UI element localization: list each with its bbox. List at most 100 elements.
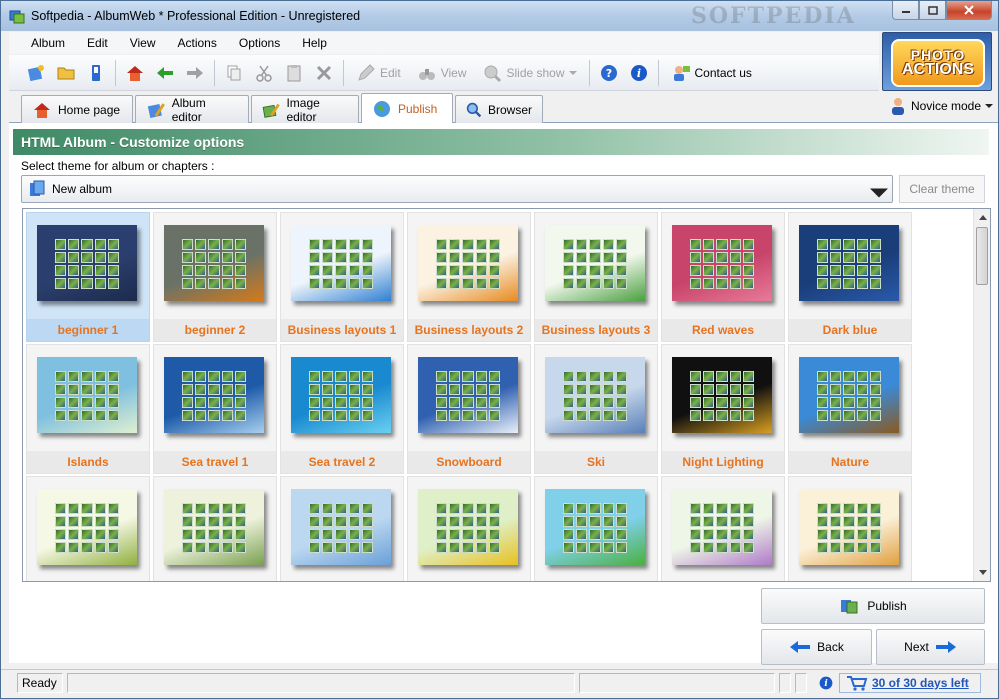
maximize-icon xyxy=(927,5,938,15)
scroll-down-button[interactable] xyxy=(974,565,990,581)
menu-view[interactable]: View xyxy=(119,36,167,50)
status-info-button[interactable]: i xyxy=(816,673,836,693)
help-button[interactable]: ? xyxy=(594,59,624,87)
theme-grid: beginner 1 beginner 2 Business layouts 1 Bu… xyxy=(26,212,966,581)
theme-card[interactable] xyxy=(661,476,785,581)
theme-card[interactable]: beginner 2 xyxy=(153,212,277,342)
info-button[interactable]: i xyxy=(624,59,654,87)
theme-card[interactable]: Business layouts 2 xyxy=(407,212,531,342)
thumbnail-photo xyxy=(309,265,321,276)
theme-card[interactable]: Islands xyxy=(26,344,150,474)
thumbnail-photo xyxy=(55,384,67,395)
menu-actions[interactable]: Actions xyxy=(167,36,228,50)
tab-browser[interactable]: Browser xyxy=(455,95,543,123)
thumbnail-photo xyxy=(182,529,194,540)
tab-publish[interactable]: Publish xyxy=(361,93,453,124)
thumbnail-photo xyxy=(690,239,702,250)
new-album-button[interactable] xyxy=(21,59,51,87)
view-button[interactable]: View xyxy=(409,59,475,87)
clear-theme-button[interactable]: Clear theme xyxy=(899,175,985,203)
menu-options[interactable]: Options xyxy=(228,36,291,50)
theme-card[interactable] xyxy=(153,476,277,581)
menu-album[interactable]: Album xyxy=(9,36,76,50)
thumbnail-photo-grid xyxy=(436,239,500,289)
theme-card[interactable]: Dark blue xyxy=(788,212,912,342)
vertical-scrollbar[interactable] xyxy=(973,209,990,581)
thumbnail-photo xyxy=(94,239,106,250)
thumbnail-photo-grid xyxy=(817,239,881,289)
menu-edit[interactable]: Edit xyxy=(76,36,119,50)
thumbnail-photo xyxy=(449,397,461,408)
home-button[interactable] xyxy=(120,59,150,87)
theme-card[interactable] xyxy=(407,476,531,581)
mode-selector[interactable]: Novice mode xyxy=(889,97,993,115)
theme-card[interactable]: Sea travel 1 xyxy=(153,344,277,474)
save-button[interactable] xyxy=(81,59,111,87)
status-panel xyxy=(67,673,575,693)
thumbnail-photo xyxy=(869,503,881,514)
thumbnail-photo xyxy=(843,503,855,514)
theme-thumbnail xyxy=(672,225,772,301)
thumbnail-photo xyxy=(449,529,461,540)
thumbnail-photo xyxy=(462,410,474,421)
minimize-button[interactable] xyxy=(892,1,919,20)
thumbnail-photo xyxy=(322,278,334,289)
thumbnail-photo xyxy=(195,278,207,289)
theme-card[interactable]: Snowboard xyxy=(407,344,531,474)
publish-button[interactable]: Publish xyxy=(761,588,985,624)
theme-card[interactable]: Ski xyxy=(534,344,658,474)
scroll-thumb[interactable] xyxy=(976,227,988,285)
edit-button[interactable]: Edit xyxy=(348,59,409,87)
tab-image-editor[interactable]: Image editor xyxy=(251,95,359,124)
thumbnail-photo xyxy=(462,542,474,553)
menu-bar: Album Edit View Actions Options Help xyxy=(9,32,879,54)
cut-button[interactable] xyxy=(249,59,279,87)
photo-actions-logo: PHOTO ACTIONS xyxy=(882,32,992,91)
theme-card[interactable]: Business layouts 3 xyxy=(534,212,658,342)
thumbnail-photo xyxy=(843,542,855,553)
close-button[interactable] xyxy=(946,1,992,20)
thumbnail-photo xyxy=(234,265,246,276)
delete-button[interactable] xyxy=(309,59,339,87)
thumbnail-photo xyxy=(335,239,347,250)
thumbnail-photo-grid xyxy=(182,503,246,553)
menu-help[interactable]: Help xyxy=(291,36,338,50)
next-button[interactable]: Next xyxy=(876,629,985,665)
chevron-down-icon xyxy=(870,188,888,198)
theme-card[interactable]: Business layouts 1 xyxy=(280,212,404,342)
back-arrow-button[interactable] xyxy=(150,59,180,87)
theme-card[interactable] xyxy=(280,476,404,581)
chevron-down-icon xyxy=(978,570,987,575)
paste-button[interactable] xyxy=(279,59,309,87)
copy-button[interactable] xyxy=(219,59,249,87)
theme-card[interactable] xyxy=(26,476,150,581)
tab-album-editor[interactable]: Album editor xyxy=(135,95,249,124)
theme-card[interactable] xyxy=(788,476,912,581)
trial-days-link[interactable]: 30 of 30 days left xyxy=(839,673,981,693)
thumbnail-photo xyxy=(716,239,728,250)
open-button[interactable] xyxy=(51,59,81,87)
arrow-left-icon xyxy=(790,641,811,653)
thumbnail-photo xyxy=(234,516,246,527)
theme-thumbnail xyxy=(291,489,391,565)
slideshow-button[interactable]: Slide show xyxy=(474,59,584,87)
tab-home-page[interactable]: Home page xyxy=(21,95,133,123)
theme-card[interactable]: Sea travel 2 xyxy=(280,344,404,474)
theme-card[interactable]: beginner 1 xyxy=(26,212,150,342)
contact-us-button[interactable]: Contact us xyxy=(663,59,760,87)
theme-card[interactable]: Red waves xyxy=(661,212,785,342)
theme-card[interactable]: Night Lighting xyxy=(661,344,785,474)
thumbnail-photo xyxy=(830,384,842,395)
theme-card[interactable]: Nature xyxy=(788,344,912,474)
thumbnail-photo xyxy=(742,503,754,514)
album-chapter-select[interactable]: New album xyxy=(21,175,893,203)
forward-arrow-button[interactable] xyxy=(180,59,210,87)
scroll-up-button[interactable] xyxy=(974,209,990,225)
thumbnail-photo xyxy=(81,542,93,553)
back-button[interactable]: Back xyxy=(761,629,872,665)
maximize-button[interactable] xyxy=(919,1,946,20)
thumbnail-photo xyxy=(475,252,487,263)
thumbnail-photo xyxy=(436,278,448,289)
theme-card[interactable] xyxy=(534,476,658,581)
thumbnail-photo-grid xyxy=(563,239,627,289)
